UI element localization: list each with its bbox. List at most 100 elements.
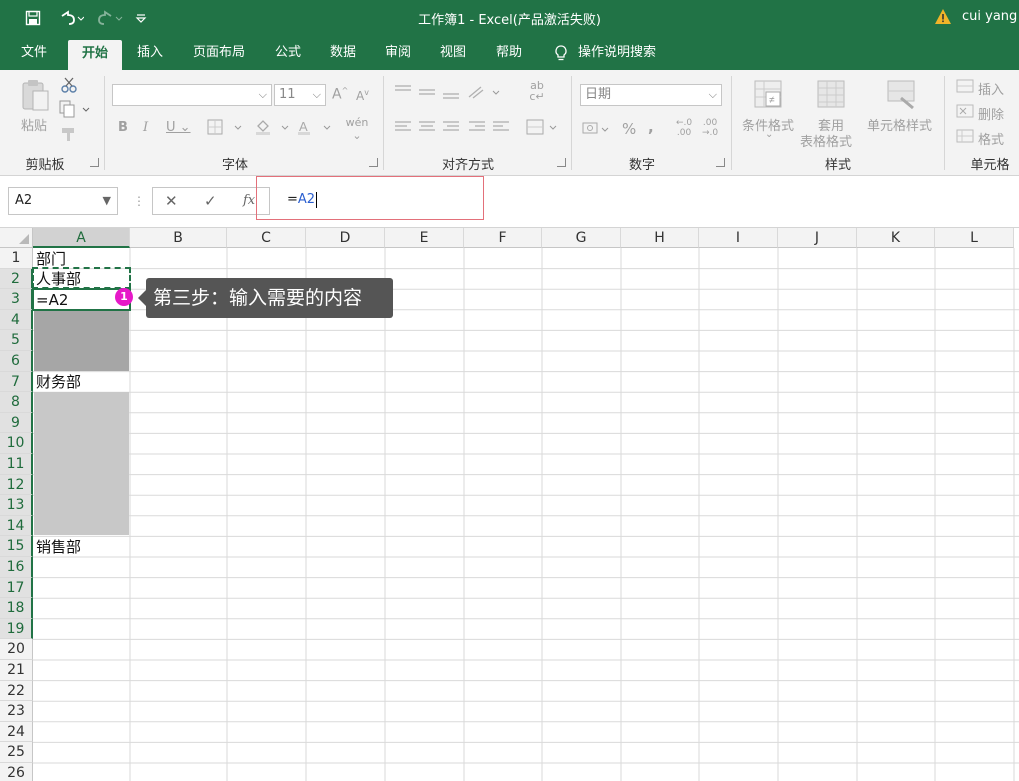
cell-a15[interactable]: 销售部 bbox=[33, 537, 81, 557]
italic-icon[interactable]: I bbox=[143, 120, 148, 135]
name-box[interactable]: A2 ▼ bbox=[8, 187, 118, 215]
column-header-a[interactable]: A bbox=[33, 228, 130, 248]
font-launcher-icon[interactable] bbox=[369, 158, 378, 167]
row-header-26[interactable]: 26 bbox=[0, 763, 33, 781]
row-header-17[interactable]: 17 bbox=[0, 577, 33, 599]
number-format-combo[interactable]: 日期 ⌵ bbox=[580, 84, 722, 106]
cancel-icon[interactable]: ✕ bbox=[165, 192, 178, 210]
row-header-20[interactable]: 20 bbox=[0, 639, 33, 660]
lightbulb-icon[interactable] bbox=[551, 36, 571, 70]
row-header-5[interactable]: 5 bbox=[0, 330, 33, 351]
horizontal-align-icons[interactable] bbox=[393, 118, 513, 142]
bold-icon[interactable]: B bbox=[118, 120, 128, 135]
tab-data[interactable]: 数据 bbox=[319, 36, 367, 70]
number-launcher-icon[interactable] bbox=[716, 158, 725, 167]
merge-center-icon[interactable] bbox=[526, 118, 562, 140]
row-header-25[interactable]: 25 bbox=[0, 742, 33, 763]
row-header-3[interactable]: 3 bbox=[0, 289, 33, 310]
wrap-text-icon[interactable]: ab c↵ bbox=[528, 80, 546, 102]
row-header-2[interactable]: 2 bbox=[0, 268, 33, 290]
percent-icon[interactable]: % bbox=[622, 120, 636, 138]
warning-icon[interactable] bbox=[934, 8, 952, 26]
column-header-d[interactable]: D bbox=[306, 228, 385, 248]
font-name-combo[interactable]: ⌵ bbox=[112, 84, 272, 106]
column-header-k[interactable]: K bbox=[857, 228, 935, 248]
cut-icon[interactable] bbox=[60, 76, 78, 98]
fill-color-icon[interactable] bbox=[254, 118, 292, 140]
cell-a7[interactable]: 财务部 bbox=[33, 372, 81, 392]
tab-insert[interactable]: 插入 bbox=[126, 36, 174, 70]
insert-cells-icon[interactable] bbox=[955, 78, 975, 98]
tab-file[interactable]: 文件 bbox=[8, 36, 60, 70]
tab-home[interactable]: 开始 bbox=[68, 40, 122, 70]
tab-review[interactable]: 审阅 bbox=[374, 36, 422, 70]
accounting-format-icon[interactable] bbox=[582, 120, 612, 142]
tell-me-search[interactable]: 操作说明搜索 bbox=[578, 36, 668, 70]
tab-help[interactable]: 帮助 bbox=[485, 36, 533, 70]
borders-icon[interactable] bbox=[207, 118, 245, 140]
column-header-c[interactable]: C bbox=[227, 228, 306, 248]
row-header-13[interactable]: 13 bbox=[0, 495, 33, 516]
format-cells-label[interactable]: 格式 bbox=[978, 129, 1004, 148]
insert-cells-label[interactable]: 插入 bbox=[978, 79, 1004, 98]
row-header-7[interactable]: 7 bbox=[0, 371, 33, 393]
cell-a3[interactable]: =A2 bbox=[33, 290, 68, 310]
clipboard-launcher-icon[interactable] bbox=[90, 158, 99, 167]
alignment-launcher-icon[interactable] bbox=[557, 158, 566, 167]
increase-decimal-icon[interactable]: ←.0.00 bbox=[676, 118, 692, 138]
row-header-23[interactable]: 23 bbox=[0, 701, 33, 722]
column-header-e[interactable]: E bbox=[385, 228, 464, 248]
vertical-align-icons[interactable] bbox=[393, 82, 513, 106]
column-header-b[interactable]: B bbox=[130, 228, 227, 248]
selected-range-a8-a14[interactable] bbox=[34, 392, 129, 535]
row-header-15[interactable]: 15 bbox=[0, 536, 33, 557]
cell-a2[interactable]: 人事部 bbox=[33, 269, 81, 289]
column-header-h[interactable]: H bbox=[621, 228, 699, 248]
decrease-font-icon[interactable]: Av bbox=[356, 88, 369, 103]
font-size-combo[interactable]: 11 ⌵ bbox=[274, 84, 326, 106]
tab-page-layout[interactable]: 页面布局 bbox=[184, 36, 254, 70]
row-header-14[interactable]: 14 bbox=[0, 515, 33, 537]
format-painter-icon[interactable] bbox=[60, 126, 78, 146]
row-header-18[interactable]: 18 bbox=[0, 598, 33, 619]
insert-function-icon[interactable]: fx bbox=[243, 193, 255, 208]
font-color-icon[interactable]: A bbox=[296, 118, 334, 140]
column-header-f[interactable]: F bbox=[464, 228, 542, 248]
cell-styles-label[interactable]: 单元格样式 bbox=[867, 115, 932, 134]
user-name[interactable]: cui yang bbox=[962, 9, 1017, 24]
column-header-g[interactable]: G bbox=[542, 228, 621, 248]
format-as-table-label-2[interactable]: 表格格式 bbox=[800, 131, 852, 150]
comma-style-icon[interactable]: , bbox=[648, 118, 654, 136]
cell-styles-icon[interactable] bbox=[885, 78, 919, 116]
cell-a1[interactable]: 部门 bbox=[33, 249, 66, 269]
conditional-formatting-icon[interactable]: ≠ bbox=[752, 78, 786, 116]
format-cells-icon[interactable] bbox=[955, 128, 975, 148]
row-header-10[interactable]: 10 bbox=[0, 433, 33, 454]
row-header-11[interactable]: 11 bbox=[0, 454, 33, 475]
row-header-9[interactable]: 9 bbox=[0, 412, 33, 434]
phonetic-icon[interactable]: wén ⌄ bbox=[340, 116, 374, 142]
tab-view[interactable]: 视图 bbox=[429, 36, 477, 70]
format-as-table-icon[interactable] bbox=[815, 78, 849, 116]
paste-icon[interactable] bbox=[20, 78, 50, 112]
row-header-6[interactable]: 6 bbox=[0, 351, 33, 372]
row-header-21[interactable]: 21 bbox=[0, 660, 33, 681]
row-header-4[interactable]: 4 bbox=[0, 309, 33, 331]
row-header-24[interactable]: 24 bbox=[0, 721, 33, 743]
row-header-8[interactable]: 8 bbox=[0, 392, 33, 413]
delete-cells-icon[interactable] bbox=[955, 103, 975, 123]
copy-icon[interactable] bbox=[59, 100, 91, 122]
decrease-decimal-icon[interactable]: .00 →.0 bbox=[702, 118, 718, 138]
select-all-corner[interactable] bbox=[0, 228, 33, 248]
underline-icon[interactable]: U ⌄ bbox=[166, 120, 191, 135]
row-header-22[interactable]: 22 bbox=[0, 680, 33, 702]
column-header-j[interactable]: J bbox=[778, 228, 857, 248]
column-header-i[interactable]: I bbox=[699, 228, 778, 248]
increase-font-icon[interactable]: A^ bbox=[332, 86, 348, 103]
column-header-l[interactable]: L bbox=[935, 228, 1014, 248]
row-header-1[interactable]: 1 bbox=[0, 248, 33, 269]
row-header-19[interactable]: 19 bbox=[0, 618, 33, 640]
delete-cells-label[interactable]: 删除 bbox=[978, 104, 1004, 123]
row-header-12[interactable]: 12 bbox=[0, 474, 33, 496]
enter-icon[interactable]: ✓ bbox=[204, 192, 217, 210]
